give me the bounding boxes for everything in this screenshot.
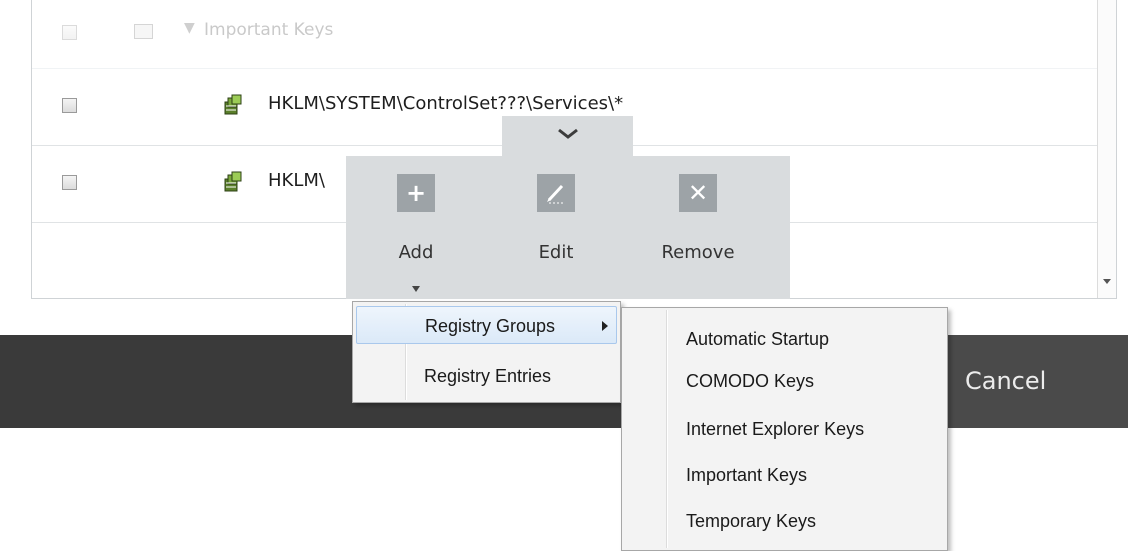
remove-button[interactable]: ✕ Remove <box>648 156 748 296</box>
add-button[interactable]: + Add <box>366 156 466 296</box>
registry-key-icon <box>224 94 242 115</box>
plus-icon: + <box>397 174 435 212</box>
menu-item-label: Registry Groups <box>425 316 556 336</box>
expand-arrow-icon[interactable]: ▼ <box>184 20 195 36</box>
cancel-button[interactable]: Cancel <box>931 335 1128 428</box>
action-toolbar: + Add Edit ✕ Remove <box>346 156 790 299</box>
add-label: Add <box>398 242 434 263</box>
registry-key-icon <box>224 171 242 192</box>
popup-collapse-tab[interactable] <box>502 116 633 161</box>
close-icon: ✕ <box>679 174 717 212</box>
menu-item-registry-groups[interactable]: Registry Groups <box>356 306 617 344</box>
chevron-down-icon[interactable] <box>557 128 579 140</box>
group-checkbox[interactable] <box>62 25 77 40</box>
registry-groups-submenu: Automatic Startup COMODO Keys Internet E… <box>621 307 948 551</box>
vertical-scrollbar[interactable] <box>1097 0 1116 298</box>
row-checkbox[interactable] <box>62 175 77 190</box>
menu-item-comodo-keys[interactable]: COMODO Keys <box>686 361 814 401</box>
remove-label: Remove <box>661 242 735 263</box>
menu-item-important-keys[interactable]: Important Keys <box>686 455 807 495</box>
scroll-down-icon[interactable] <box>1103 279 1111 284</box>
menu-gutter <box>666 310 668 548</box>
registry-entry-path: HKLM\ <box>268 170 325 191</box>
add-dropdown-menu: Registry Groups Registry Entries <box>352 301 621 403</box>
registry-entry-path: HKLM\SYSTEM\ControlSet???\Services\* <box>268 93 624 114</box>
edit-button[interactable]: Edit <box>506 156 606 296</box>
menu-item-registry-entries[interactable]: Registry Entries <box>356 357 617 395</box>
menu-item-label: Registry Entries <box>424 366 552 386</box>
pencil-icon <box>537 174 575 212</box>
caret-down-icon[interactable] <box>412 286 420 292</box>
group-label: Important Keys <box>204 20 334 40</box>
menu-item-temporary-keys[interactable]: Temporary Keys <box>686 501 816 541</box>
group-row[interactable]: ▼ Important Keys <box>32 0 1099 69</box>
menu-item-automatic-startup[interactable]: Automatic Startup <box>686 319 829 359</box>
edit-label: Edit <box>538 242 574 263</box>
menu-item-internet-explorer-keys[interactable]: Internet Explorer Keys <box>686 409 864 449</box>
submenu-arrow-icon <box>602 321 608 331</box>
folder-icon <box>134 24 153 39</box>
row-checkbox[interactable] <box>62 98 77 113</box>
